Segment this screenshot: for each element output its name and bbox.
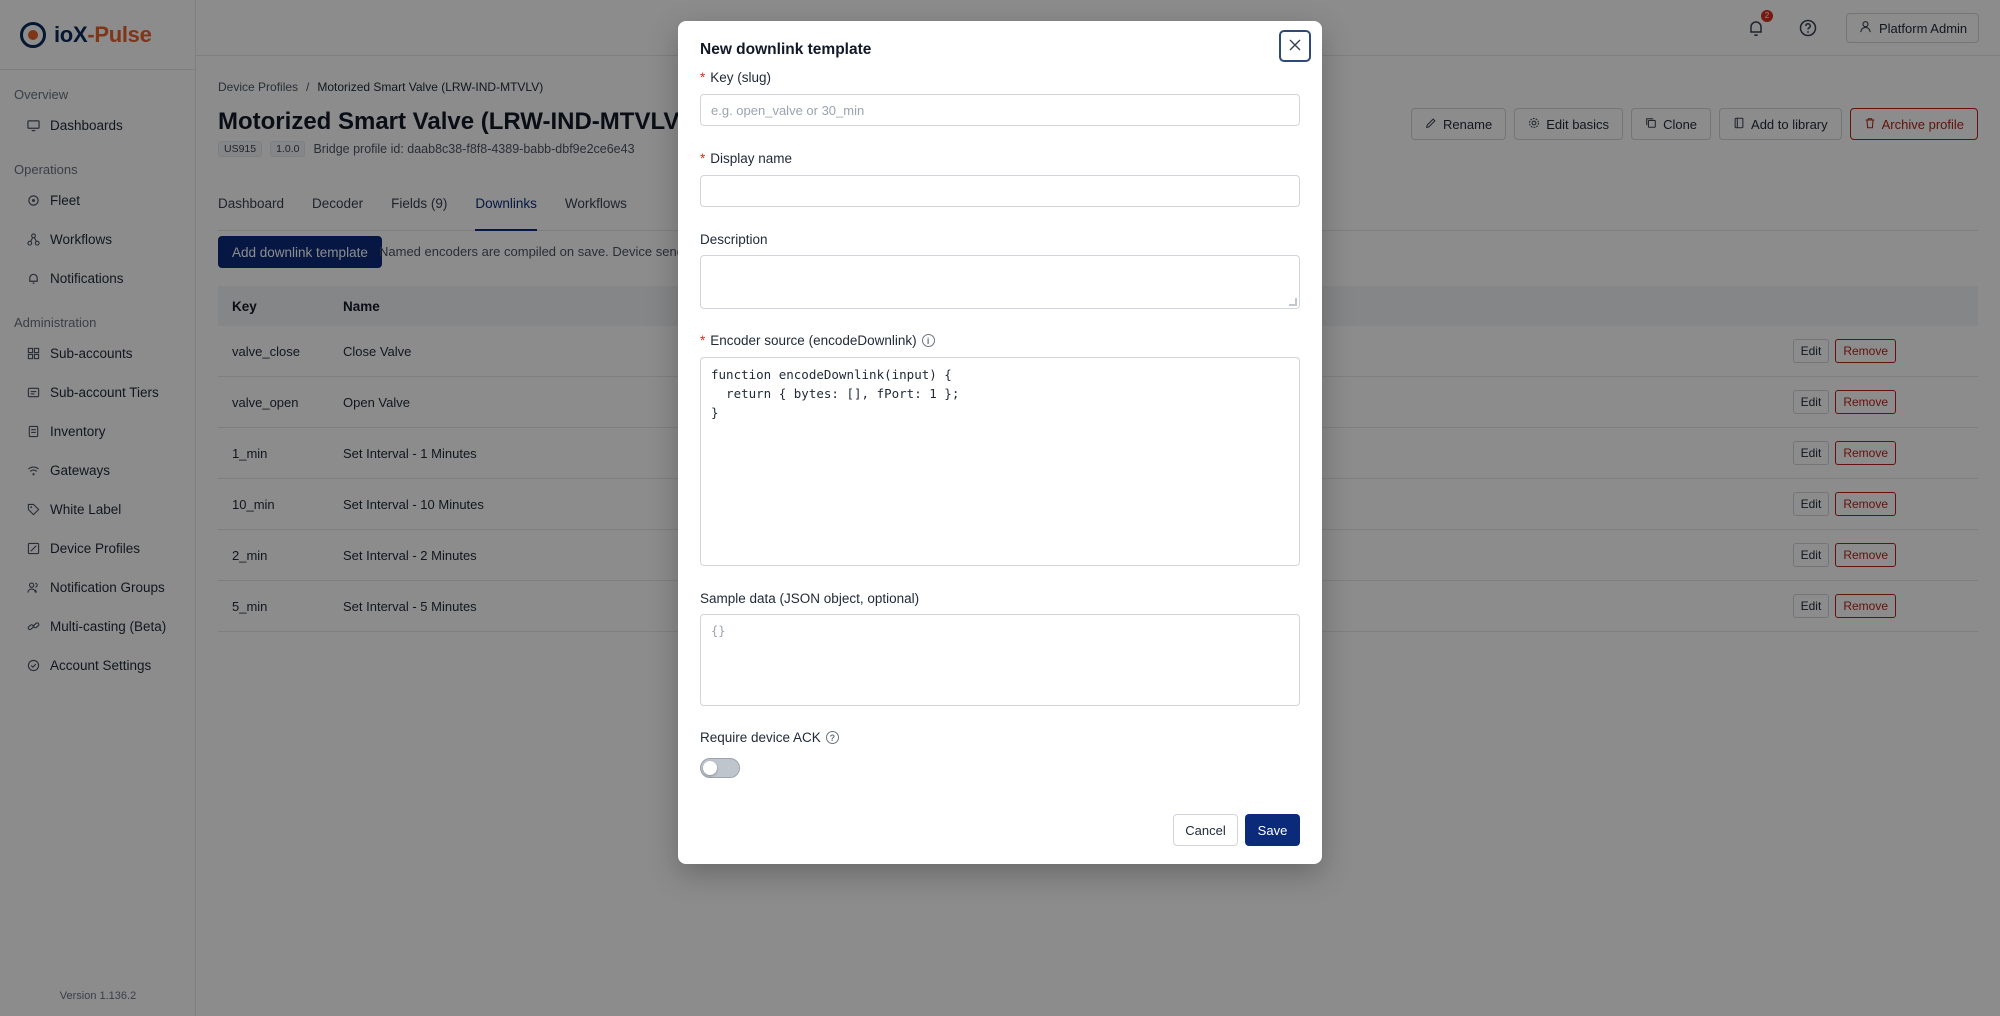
sample-data-textarea[interactable]: {} xyxy=(700,614,1300,706)
encoder-source-editor[interactable]: function encodeDownlink(input) { return … xyxy=(700,357,1300,566)
dialog-title: New downlink template xyxy=(700,41,872,58)
key-label-text: Key (slug) xyxy=(710,70,772,85)
key-field-label: * Key (slug) xyxy=(700,70,771,85)
ack-label-text: Require device ACK xyxy=(700,730,821,745)
description-field-label: Description xyxy=(700,232,768,247)
encoder-field-label: * Encoder source (encodeDownlink) i xyxy=(700,333,935,348)
close-icon xyxy=(1289,38,1301,54)
display-name-label-text: Display name xyxy=(710,151,793,166)
required-marker: * xyxy=(700,70,706,85)
resize-handle-icon[interactable] xyxy=(1289,298,1297,306)
cancel-button[interactable]: Cancel xyxy=(1173,814,1238,846)
toggle-knob xyxy=(703,761,717,775)
key-slug-input[interactable] xyxy=(700,94,1300,126)
info-icon[interactable]: i xyxy=(921,334,935,347)
display-name-field-label: * Display name xyxy=(700,151,792,166)
sample-data-label-text: Sample data (JSON object, optional) xyxy=(700,591,920,606)
required-marker: * xyxy=(700,333,706,348)
save-button[interactable]: Save xyxy=(1245,814,1300,846)
display-name-input[interactable] xyxy=(700,175,1300,207)
require-ack-toggle[interactable] xyxy=(700,758,740,778)
description-label-text: Description xyxy=(700,232,768,247)
new-downlink-template-dialog: New downlink template * Key (slug) * Dis… xyxy=(678,21,1322,864)
description-textarea[interactable] xyxy=(700,255,1300,309)
help-circle-icon[interactable]: ? xyxy=(825,731,839,744)
sample-data-placeholder: {} xyxy=(711,624,726,638)
required-marker: * xyxy=(700,151,706,166)
encoder-label-text: Encoder source (encodeDownlink) xyxy=(710,333,917,348)
sample-data-field-label: Sample data (JSON object, optional) xyxy=(700,591,919,606)
ack-field-label: Require device ACK ? xyxy=(700,730,839,745)
close-dialog-button[interactable] xyxy=(1279,30,1311,62)
